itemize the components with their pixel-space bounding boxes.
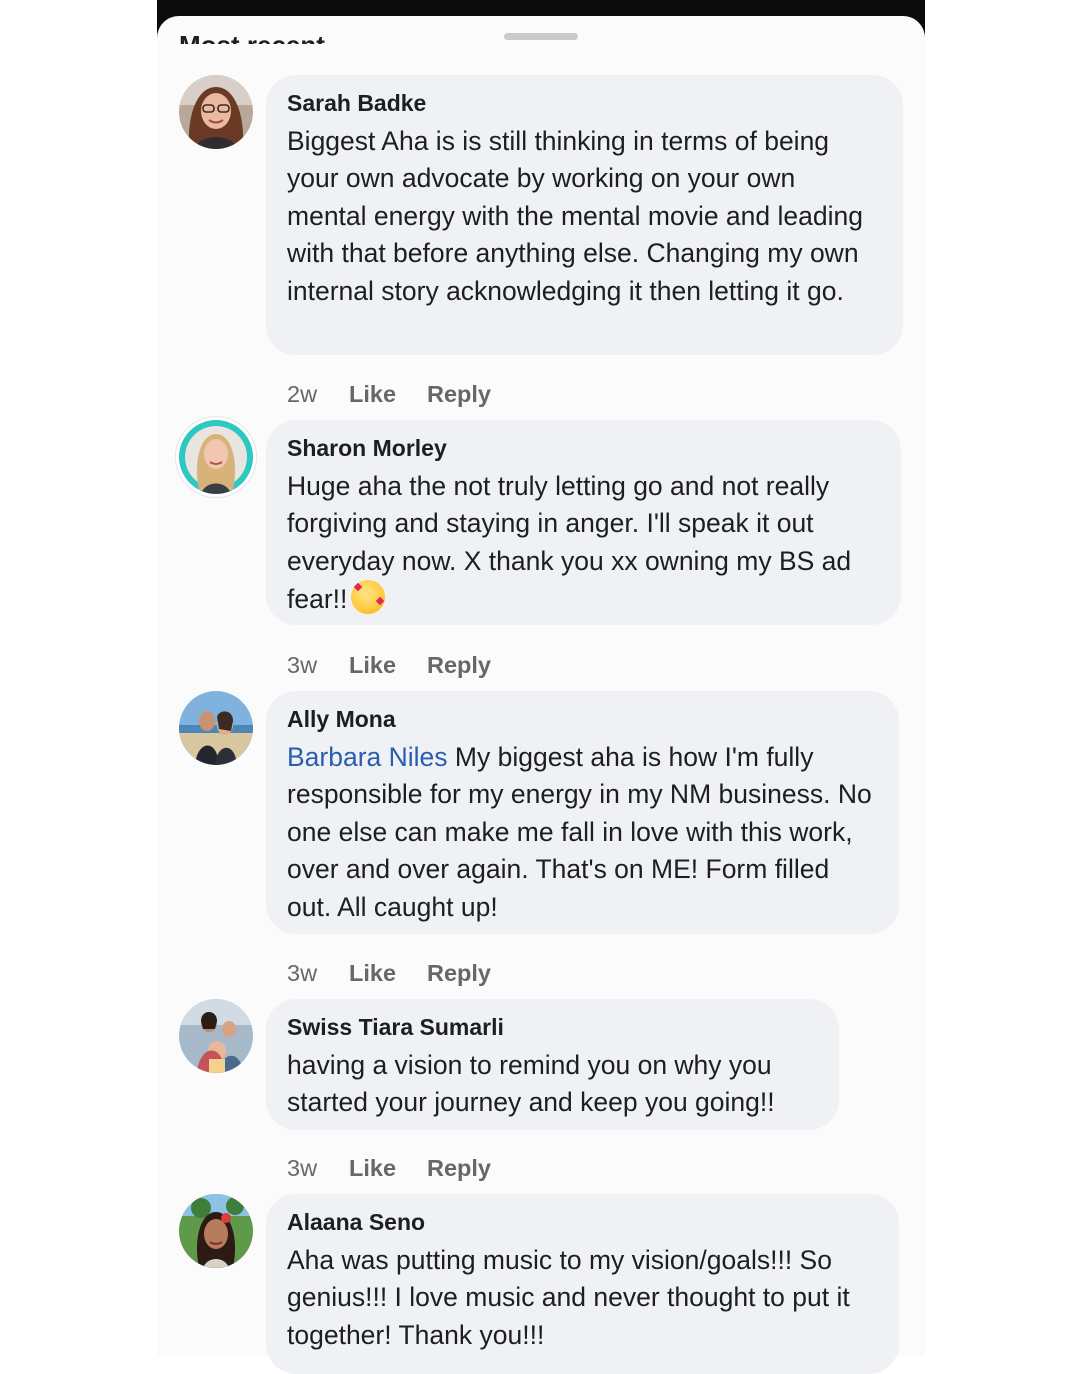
- avatar[interactable]: [179, 420, 253, 494]
- comment-text: Biggest Aha is is still thinking in term…: [287, 126, 863, 306]
- reply-button[interactable]: Reply: [427, 651, 491, 679]
- avatar[interactable]: [179, 1194, 253, 1268]
- profile-photo-couple-beach-icon: [179, 691, 253, 765]
- sort-dropdown-label[interactable]: Most recent: [179, 30, 325, 44]
- reply-button[interactable]: Reply: [427, 1154, 491, 1182]
- drag-handle[interactable]: [504, 33, 578, 40]
- mention-link[interactable]: Barbara Niles: [287, 742, 448, 772]
- like-button[interactable]: Like: [349, 380, 427, 408]
- comment-actions: 3w Like Reply: [287, 959, 491, 987]
- comment-author[interactable]: Sharon Morley: [287, 434, 879, 462]
- comment-author[interactable]: Ally Mona: [287, 705, 877, 733]
- comment-text: Huge aha the not truly letting go and no…: [287, 468, 879, 619]
- profile-photo-woman-glasses-icon: [179, 75, 253, 149]
- comment-timestamp[interactable]: 2w: [287, 380, 349, 408]
- comment-bubble: Alaana Seno Aha was putting music to my …: [266, 1194, 899, 1374]
- comment-timestamp[interactable]: 3w: [287, 651, 349, 679]
- comment-actions: 2w Like Reply: [287, 380, 491, 408]
- comment-timestamp[interactable]: 3w: [287, 1154, 349, 1182]
- smiling-face-with-hearts-icon: [351, 580, 386, 615]
- comment-bubble: Ally Mona Barbara Niles My biggest aha i…: [266, 691, 899, 934]
- comment-author[interactable]: Sarah Badke: [287, 89, 881, 117]
- reply-button[interactable]: Reply: [427, 959, 491, 987]
- comment-bubble: Swiss Tiara Sumarli having a vision to r…: [266, 999, 839, 1130]
- comment-text: Aha was putting music to my vision/goals…: [287, 1245, 850, 1350]
- comment-author[interactable]: Alaana Seno: [287, 1208, 877, 1236]
- profile-photo-family-icon: [179, 999, 253, 1073]
- avatar[interactable]: [179, 75, 253, 149]
- comment-author[interactable]: Swiss Tiara Sumarli: [287, 1013, 817, 1041]
- comment-timestamp[interactable]: 3w: [287, 959, 349, 987]
- avatar[interactable]: [179, 999, 253, 1073]
- like-button[interactable]: Like: [349, 651, 427, 679]
- reply-button[interactable]: Reply: [427, 380, 491, 408]
- profile-photo-woman-outdoors-icon: [179, 1194, 253, 1268]
- comment-bubble: Sarah Badke Biggest Aha is is still thin…: [266, 75, 903, 355]
- profile-photo-blonde-woman-icon: [179, 420, 253, 494]
- comment-text: Barbara Niles My biggest aha is how I'm …: [287, 739, 877, 926]
- like-button[interactable]: Like: [349, 1154, 427, 1182]
- comment-text: having a vision to remind you on why you…: [287, 1050, 775, 1118]
- comment-actions: 3w Like Reply: [287, 1154, 491, 1182]
- like-button[interactable]: Like: [349, 959, 427, 987]
- comments-sheet: Most recent Sarah Badke Biggest Aha is i…: [157, 16, 925, 1374]
- comment-bubble: Sharon Morley Huge aha the not truly let…: [266, 420, 901, 625]
- comment-actions: 3w Like Reply: [287, 651, 491, 679]
- avatar[interactable]: [179, 691, 253, 765]
